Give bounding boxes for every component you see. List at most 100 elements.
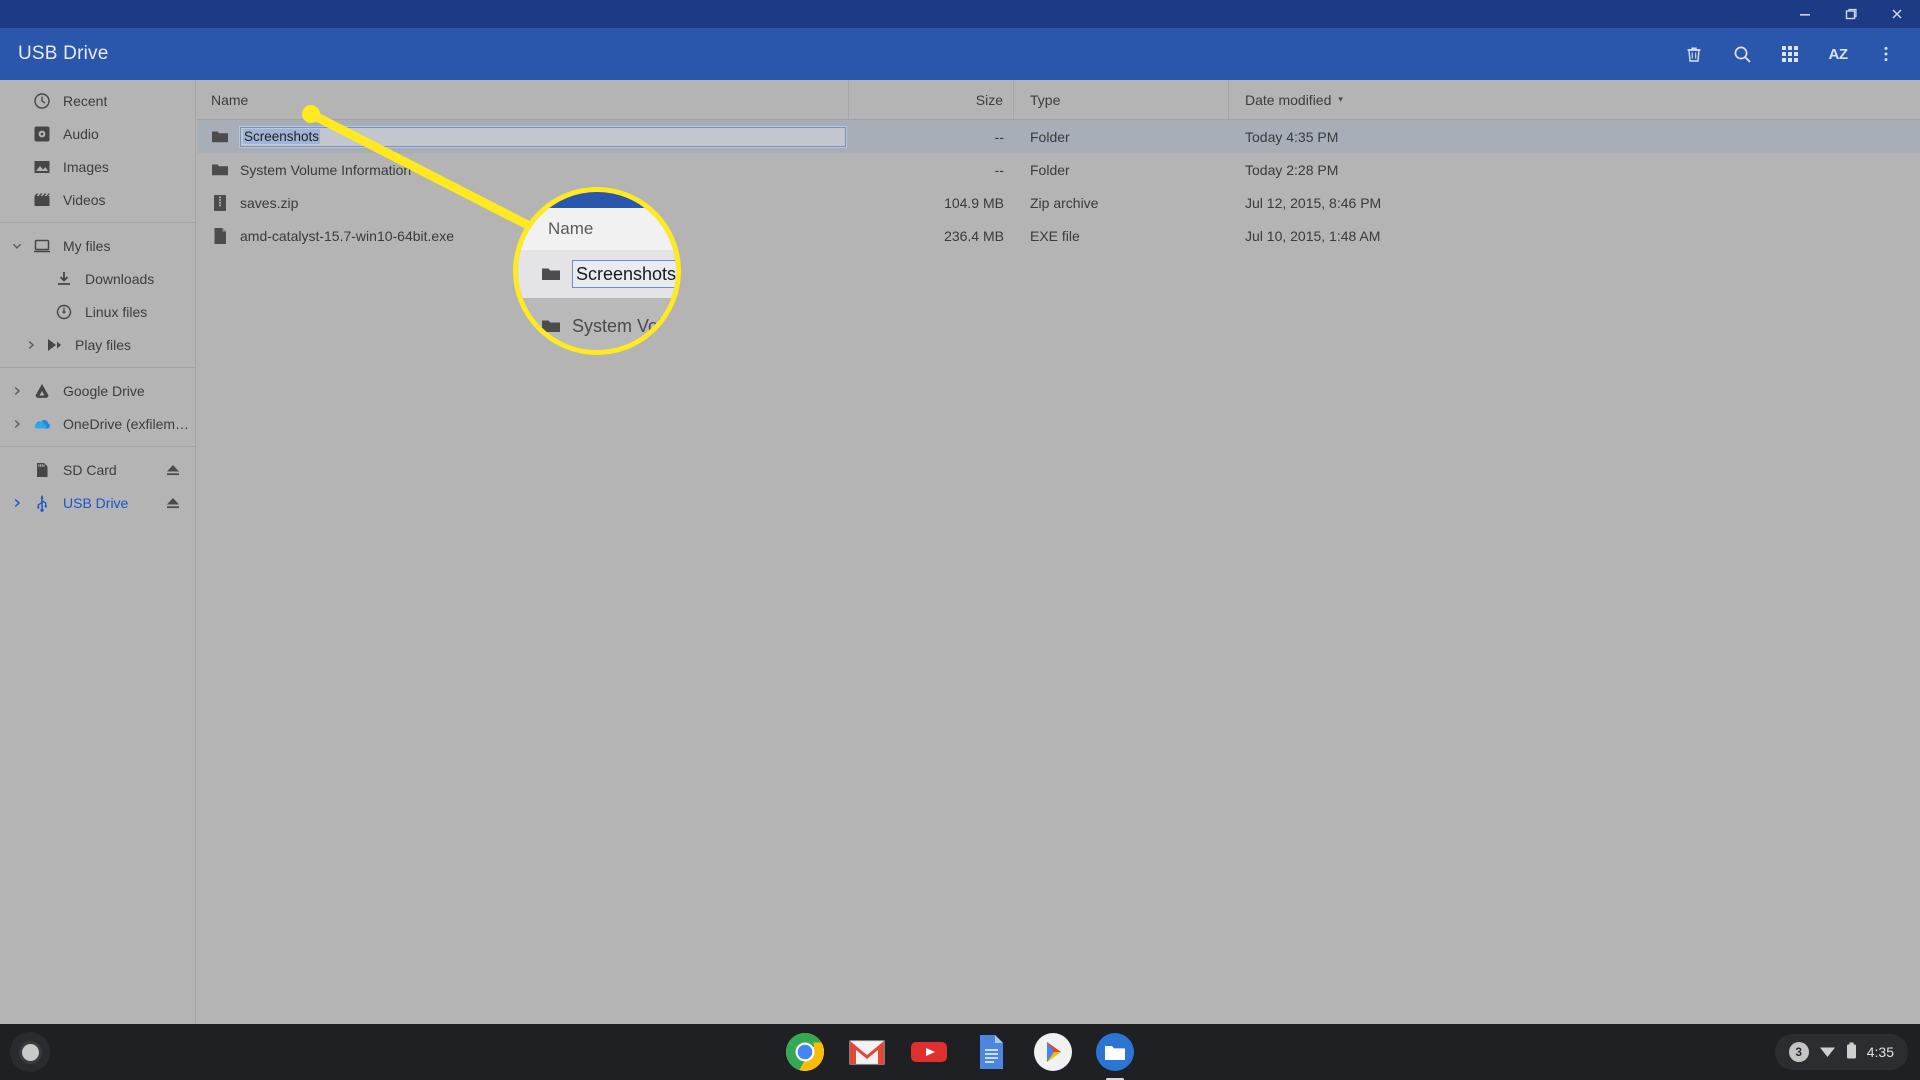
chevron-right-icon[interactable]: [10, 496, 24, 510]
gmail-icon[interactable]: [847, 1032, 887, 1072]
sidebar-item-audio[interactable]: Audio: [0, 117, 195, 150]
sidebar-item-recent[interactable]: Recent: [0, 84, 195, 117]
file-name-cell[interactable]: System Volume Information: [197, 153, 849, 186]
sidebar-item-onedrive-exfileme-outlook[interactable]: OneDrive (exfileme@outlook...: [0, 407, 195, 440]
sidebar-item-label: Videos: [63, 191, 106, 208]
delete-icon[interactable]: [1670, 30, 1718, 78]
youtube-icon[interactable]: [909, 1032, 949, 1072]
magnifier-rename-input[interactable]: Screenshots: [572, 260, 676, 288]
sd-card-icon: [32, 460, 52, 480]
file-size-cell: 236.4 MB: [944, 227, 1004, 244]
sort-az-icon[interactable]: AZ: [1814, 30, 1862, 78]
onedrive-icon: [32, 414, 52, 434]
eject-icon[interactable]: [165, 462, 181, 478]
file-date-cell: Today 4:35 PM: [1245, 128, 1339, 145]
play-store-icon[interactable]: [1033, 1032, 1073, 1072]
grid-view-icon[interactable]: [1766, 30, 1814, 78]
launcher-button[interactable]: [10, 1032, 50, 1072]
docs-icon[interactable]: [971, 1032, 1011, 1072]
sidebar-item-label: Images: [63, 158, 109, 175]
file-type-cell: Zip archive: [1030, 194, 1099, 211]
table-row[interactable]: saves.zip 104.9 MB Zip archive Jul 12, 2015…: [197, 186, 1920, 219]
chevron-down-icon[interactable]: [10, 239, 24, 253]
chevron-right-icon[interactable]: [24, 338, 38, 352]
sidebar-item-videos[interactable]: Videos: [0, 183, 195, 216]
clock-icon: [32, 91, 52, 111]
magnifier-content: Name Screenshots System Volu: [518, 192, 676, 350]
image-icon: [32, 157, 52, 177]
minimize-button[interactable]: [1782, 0, 1828, 28]
table-row[interactable]: amd-catalyst-15.7-win10-64bit.exe 236.4 M…: [197, 219, 1920, 252]
folder-icon: [211, 161, 229, 179]
sidebar-item-label: Play files: [75, 336, 132, 353]
file-size-cell: 104.9 MB: [944, 194, 1004, 211]
column-header-date-label: Date modified: [1245, 91, 1332, 108]
search-icon[interactable]: [1718, 30, 1766, 78]
sidebar: Recent Audio Images Videos My files Downloads…: [0, 80, 196, 1024]
column-header-name[interactable]: Name: [197, 80, 849, 119]
file-name-label: System Volume Information: [240, 161, 412, 178]
linux-icon: [54, 302, 74, 322]
chevron-right-icon[interactable]: [10, 417, 24, 431]
sidebar-item-sd-card[interactable]: SD Card: [0, 453, 195, 486]
column-header-date-modified[interactable]: Date modified ▾: [1229, 80, 1920, 119]
sidebar-separator: [0, 222, 195, 223]
sidebar-item-images[interactable]: Images: [0, 150, 195, 183]
clock-label: 4:35: [1866, 1044, 1894, 1060]
launcher-icon: [21, 1043, 39, 1061]
restore-button[interactable]: [1828, 0, 1874, 28]
column-header-type[interactable]: Type: [1014, 80, 1229, 119]
chromeos-desktop: USB Drive AZ Recent Audio Images Videos …: [0, 0, 1920, 1080]
file-name-cell[interactable]: Screenshots: [197, 120, 849, 153]
play-files-icon: [44, 335, 64, 355]
file-size-cell: --: [994, 161, 1004, 178]
notification-count-badge: 3: [1788, 1042, 1809, 1062]
folder-icon: [211, 128, 229, 146]
sidebar-item-label: My files: [63, 237, 111, 254]
sidebar-item-downloads[interactable]: Downloads: [0, 262, 195, 295]
file-type-cell: Folder: [1030, 161, 1070, 178]
exe-icon: [211, 227, 229, 245]
shelf: 3 4:35: [0, 1024, 1920, 1080]
file-date-cell: Today 2:28 PM: [1245, 161, 1339, 178]
more-menu-icon[interactable]: [1862, 30, 1910, 78]
file-name-label: amd-catalyst-15.7-win10-64bit.exe: [240, 227, 454, 244]
battery-icon: [1846, 1042, 1857, 1062]
column-header-size[interactable]: Size: [849, 80, 1014, 119]
table-row[interactable]: Screenshots -- Folder Today 4:35 PM: [197, 120, 1920, 153]
shelf-app-icons: [785, 1032, 1135, 1072]
sidebar-item-label: Google Drive: [63, 382, 145, 399]
chrome-icon[interactable]: [785, 1032, 825, 1072]
magnifier-callout: Name Screenshots System Volu: [513, 187, 681, 355]
eject-icon[interactable]: [165, 495, 181, 511]
folder-icon: [540, 315, 562, 337]
column-headers: Name Size Type Date modified ▾: [197, 80, 1920, 120]
status-tray[interactable]: 3 4:35: [1774, 1034, 1908, 1070]
chevron-right-icon[interactable]: [10, 384, 24, 398]
sidebar-separator: [0, 367, 195, 368]
sidebar-item-label: OneDrive (exfileme@outlook...: [63, 415, 195, 432]
sort-az-label: AZ: [1828, 45, 1849, 63]
close-button[interactable]: [1874, 0, 1920, 28]
sidebar-item-google-drive[interactable]: Google Drive: [0, 374, 195, 407]
window-titlebar: [0, 0, 1920, 28]
table-row[interactable]: System Volume Information -- Folder Today 2…: [197, 153, 1920, 186]
my-files-icon: [32, 236, 52, 256]
sidebar-item-my-files[interactable]: My files: [0, 229, 195, 262]
files-app-header: USB Drive AZ: [0, 28, 1920, 80]
sidebar-item-label: Audio: [63, 125, 99, 142]
sidebar-item-label: USB Drive: [63, 494, 129, 511]
sort-caret-icon: ▾: [1338, 94, 1343, 104]
file-list-panel: Name Size Type Date modified ▾ Screensho…: [197, 80, 1920, 1024]
sidebar-item-usb-drive[interactable]: USB Drive: [0, 486, 195, 519]
sidebar-item-play-files[interactable]: Play files: [0, 328, 195, 361]
audio-icon: [32, 124, 52, 144]
files-icon[interactable]: [1095, 1032, 1135, 1072]
sidebar-item-linux-files[interactable]: Linux files: [0, 295, 195, 328]
sidebar-item-label: SD Card: [63, 461, 117, 478]
sidebar-item-label: Linux files: [85, 303, 148, 320]
file-size-cell: --: [994, 128, 1004, 145]
page-title: USB Drive: [18, 43, 109, 64]
rename-input[interactable]: Screenshots: [239, 125, 847, 148]
folder-icon: [540, 263, 562, 285]
